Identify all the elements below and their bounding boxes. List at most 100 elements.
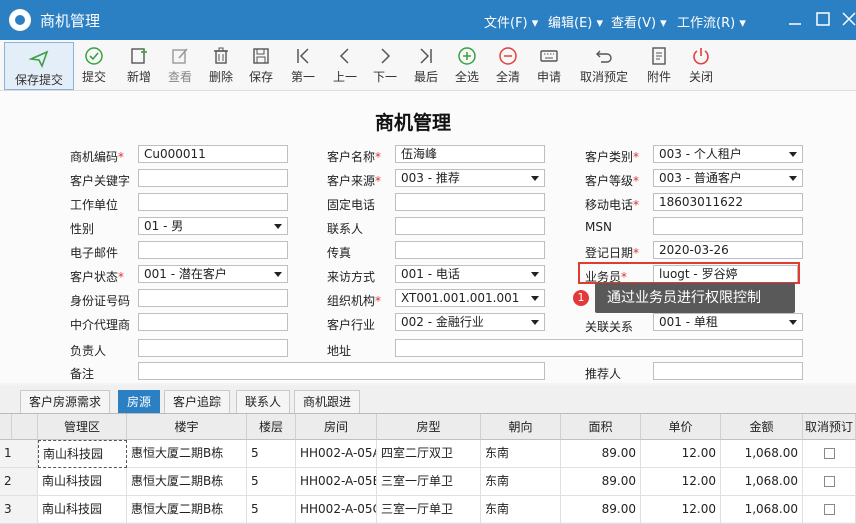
tab-contacts[interactable]: 联系人 bbox=[236, 390, 291, 413]
relation-label: 关联关系 bbox=[585, 320, 634, 334]
table-cell[interactable]: 89.00 bbox=[561, 440, 641, 468]
mobile-input[interactable]: 18603011622 bbox=[653, 193, 803, 211]
table-cell[interactable]: 1,068.00 bbox=[721, 440, 803, 468]
idcard-input[interactable] bbox=[138, 289, 288, 307]
table-cell[interactable]: 惠恒大厦二期B栋 bbox=[127, 496, 247, 524]
source-select[interactable]: 003 - 推荐 bbox=[395, 169, 545, 187]
attachment-button[interactable]: 附件 bbox=[640, 40, 678, 90]
table-cell[interactable]: 5 bbox=[247, 496, 296, 524]
grid-header[interactable]: 朝向 bbox=[481, 414, 561, 440]
first-record-button[interactable]: 第一 bbox=[284, 40, 322, 90]
company-input[interactable] bbox=[138, 193, 288, 211]
save-button[interactable]: 保存 bbox=[242, 40, 280, 90]
category-select[interactable]: 003 - 个人租户 bbox=[653, 145, 803, 163]
custname-input[interactable]: 伍海峰 bbox=[395, 145, 545, 163]
menu-file[interactable]: 文件(F) ▾ bbox=[484, 12, 538, 31]
prev-record-button[interactable]: 上一 bbox=[326, 40, 364, 90]
status-select[interactable]: 001 - 潜在客户 bbox=[138, 265, 288, 283]
table-cell[interactable]: 12.00 bbox=[641, 496, 721, 524]
grid-header[interactable]: 楼宇 bbox=[127, 414, 247, 440]
relation-select[interactable]: 001 - 单租 bbox=[653, 313, 803, 331]
add-button[interactable]: 新增 bbox=[120, 40, 158, 90]
address-input[interactable] bbox=[395, 339, 803, 357]
agent-input[interactable] bbox=[138, 313, 288, 331]
tab-followup[interactable]: 商机跟进 bbox=[294, 390, 361, 413]
table-cell[interactable]: 惠恒大厦二期B栋 bbox=[127, 440, 247, 468]
table-cell[interactable]: 1,068.00 bbox=[721, 496, 803, 524]
view-button[interactable]: 查看 bbox=[160, 40, 200, 90]
grid-header[interactable]: 面积 bbox=[561, 414, 641, 440]
tab-property[interactable]: 房源 bbox=[118, 390, 161, 413]
cancel-reservation-button[interactable]: 取消预定 bbox=[574, 40, 634, 90]
submit-button[interactable]: 提交 bbox=[74, 40, 114, 90]
grid-header[interactable]: 楼层 bbox=[247, 414, 296, 440]
cancel-checkbox-cell[interactable] bbox=[803, 440, 856, 468]
grade-select[interactable]: 003 - 普通客户 bbox=[653, 169, 803, 187]
table-cell[interactable]: 1,068.00 bbox=[721, 468, 803, 496]
owner-input[interactable] bbox=[138, 339, 288, 357]
table-cell[interactable]: 三室一厅单卫 bbox=[377, 496, 481, 524]
table-cell[interactable]: 89.00 bbox=[561, 468, 641, 496]
code-input[interactable]: Cu000011 bbox=[138, 145, 288, 163]
table-cell[interactable]: 89.00 bbox=[561, 496, 641, 524]
fax-input[interactable] bbox=[395, 241, 545, 259]
cancel-checkbox[interactable] bbox=[823, 504, 835, 515]
grid-header[interactable]: 管理区 bbox=[38, 414, 127, 440]
contact-input[interactable] bbox=[395, 217, 545, 235]
table-cell[interactable]: HH002-A-05C bbox=[296, 496, 377, 524]
salesman-highlight-box bbox=[578, 262, 800, 284]
table-cell[interactable]: 5 bbox=[247, 468, 296, 496]
table-cell[interactable]: 12.00 bbox=[641, 440, 721, 468]
grid-header[interactable]: 单价 bbox=[641, 414, 721, 440]
cancel-checkbox-cell[interactable] bbox=[803, 496, 856, 524]
table-cell[interactable]: 三室一厅单卫 bbox=[377, 468, 481, 496]
keyword-input[interactable] bbox=[138, 169, 288, 187]
last-record-button[interactable]: 最后 bbox=[407, 40, 445, 90]
gender-select[interactable]: 01 - 男 bbox=[138, 217, 288, 235]
industry-select[interactable]: 002 - 金融行业 bbox=[395, 313, 545, 331]
table-cell[interactable]: 惠恒大厦二期B栋 bbox=[127, 468, 247, 496]
table-cell[interactable]: 南山科技园 bbox=[38, 440, 127, 468]
save-submit-button[interactable]: 保存提交 bbox=[4, 42, 74, 90]
next-record-button[interactable]: 下一 bbox=[366, 40, 404, 90]
org-select[interactable]: XT001.001.001.001 bbox=[395, 289, 545, 307]
table-cell[interactable]: 5 bbox=[247, 440, 296, 468]
remark-label: 备注 bbox=[70, 367, 95, 381]
table-cell[interactable]: 12.00 bbox=[641, 468, 721, 496]
table-cell[interactable]: HH002-A-05A bbox=[296, 440, 377, 468]
table-cell[interactable]: 南山科技园 bbox=[38, 496, 127, 524]
table-cell[interactable]: HH002-A-05B bbox=[296, 468, 377, 496]
regdate-input[interactable]: 2020-03-26 bbox=[653, 241, 803, 259]
grid-header[interactable]: 房型 bbox=[377, 414, 481, 440]
apply-button[interactable]: 申请 bbox=[530, 40, 568, 90]
referrer-input[interactable] bbox=[653, 362, 803, 380]
remark-input[interactable] bbox=[138, 362, 545, 380]
table-cell[interactable]: 南山科技园 bbox=[38, 468, 127, 496]
grid-header[interactable]: 取消预订 bbox=[803, 414, 856, 440]
grid-header[interactable]: 房间 bbox=[296, 414, 377, 440]
cancel-checkbox-cell[interactable] bbox=[803, 468, 856, 496]
close-button[interactable]: 关闭 bbox=[682, 40, 720, 90]
minimize-icon[interactable] bbox=[788, 12, 802, 26]
tab-customer-tracking[interactable]: 客户追踪 bbox=[164, 390, 231, 413]
select-all-button[interactable]: 全选 bbox=[448, 40, 486, 90]
table-cell[interactable]: 四室二厅双卫 bbox=[377, 440, 481, 468]
delete-button[interactable]: 删除 bbox=[202, 40, 240, 90]
menu-view[interactable]: 查看(V) ▾ bbox=[611, 12, 667, 31]
visit-select[interactable]: 001 - 电话 bbox=[395, 265, 545, 283]
table-cell[interactable]: 东南 bbox=[481, 468, 561, 496]
phone-input[interactable] bbox=[395, 193, 545, 211]
msn-input[interactable] bbox=[653, 217, 803, 235]
clear-all-button[interactable]: 全清 bbox=[489, 40, 527, 90]
grid-header[interactable]: 金额 bbox=[721, 414, 803, 440]
table-cell[interactable]: 东南 bbox=[481, 440, 561, 468]
maximize-icon[interactable] bbox=[816, 12, 830, 26]
cancel-checkbox[interactable] bbox=[823, 476, 835, 487]
table-cell[interactable]: 东南 bbox=[481, 496, 561, 524]
tab-customer-demand[interactable]: 客户房源需求 bbox=[20, 390, 111, 413]
menu-edit[interactable]: 编辑(E) ▾ bbox=[548, 12, 603, 31]
email-input[interactable] bbox=[138, 241, 288, 259]
close-window-icon[interactable] bbox=[842, 12, 856, 26]
menu-workflow[interactable]: 工作流(R) ▾ bbox=[677, 12, 746, 31]
cancel-checkbox[interactable] bbox=[823, 448, 835, 459]
